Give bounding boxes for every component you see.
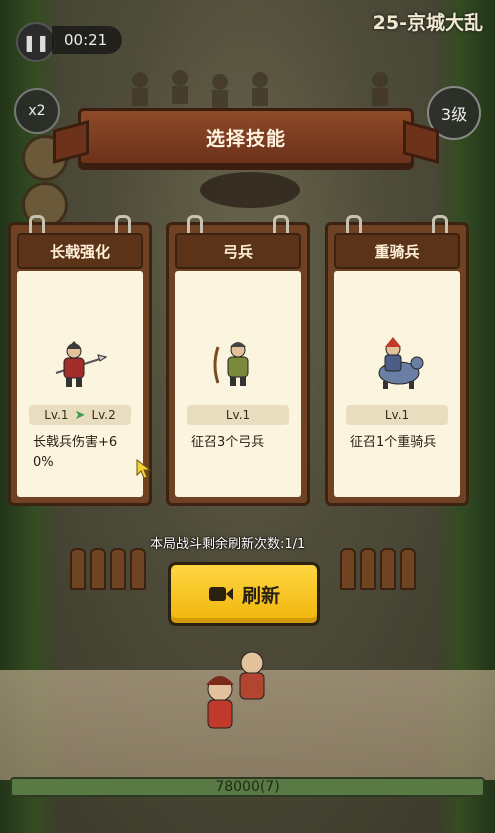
card-body: Lv.1 征召1个重骑兵	[334, 271, 460, 497]
archer-icon	[213, 342, 249, 386]
dialog-title-banner: 选择技能	[78, 108, 414, 166]
level-title: 25-京城大乱	[372, 12, 483, 34]
score-text: 78000(7)	[215, 779, 280, 795]
card-description: 长戟兵伤害+60%	[33, 435, 118, 470]
card-description: 征召1个重骑兵	[350, 435, 437, 450]
level-value: Lv.1	[384, 408, 410, 422]
cursor-icon	[136, 459, 152, 479]
level-bar: Lv.1	[187, 405, 289, 425]
arrow-right-icon: ➤	[74, 407, 86, 423]
heavy-cavalry-icon	[378, 337, 424, 389]
card-body: Lv.1 ➤ Lv.2 长戟兵伤害+60%	[17, 271, 152, 497]
level-from: Lv.1	[44, 408, 69, 422]
battle-timer: 00:21	[52, 26, 122, 54]
pause-button[interactable]: ❚❚	[16, 22, 56, 62]
skill-card-heavy-cavalry[interactable]: 重骑兵 Lv.1 征召1个重骑兵	[325, 215, 469, 506]
halberd-soldier-icon	[55, 341, 108, 387]
skill-card-archer[interactable]: 弓兵 Lv.1 征召3个弓兵	[166, 215, 310, 506]
card-title: 弓兵	[175, 233, 301, 269]
card-body: Lv.1 征召3个弓兵	[175, 271, 301, 497]
card-title: 重骑兵	[334, 233, 460, 269]
fence-right	[340, 548, 416, 590]
card-title: 长戟强化	[17, 233, 143, 269]
speed-toggle-button[interactable]: x2	[14, 88, 60, 134]
level-value: Lv.1	[225, 408, 251, 422]
refresh-button[interactable]: 刷新	[168, 562, 320, 626]
video-camera-icon	[208, 587, 233, 601]
pause-icon: ❚❚	[22, 32, 50, 52]
refresh-remaining-text: 本局战斗剩余刷新次数:1/1	[150, 537, 306, 552]
level-upgrade-bar: Lv.1 ➤ Lv.2	[29, 405, 131, 425]
refresh-label: 刷新	[241, 584, 280, 607]
level-bar: Lv.1	[346, 405, 448, 425]
fence-left	[70, 548, 146, 590]
hero-units	[206, 651, 265, 729]
level-to: Lv.2	[91, 408, 116, 422]
skill-card-halberd[interactable]: 长戟强化 Lv.1 ➤ Lv.2 长戟兵伤害+60%	[8, 215, 152, 506]
dialog-title: 选择技能	[205, 127, 286, 150]
card-description: 征召3个弓兵	[191, 435, 265, 450]
